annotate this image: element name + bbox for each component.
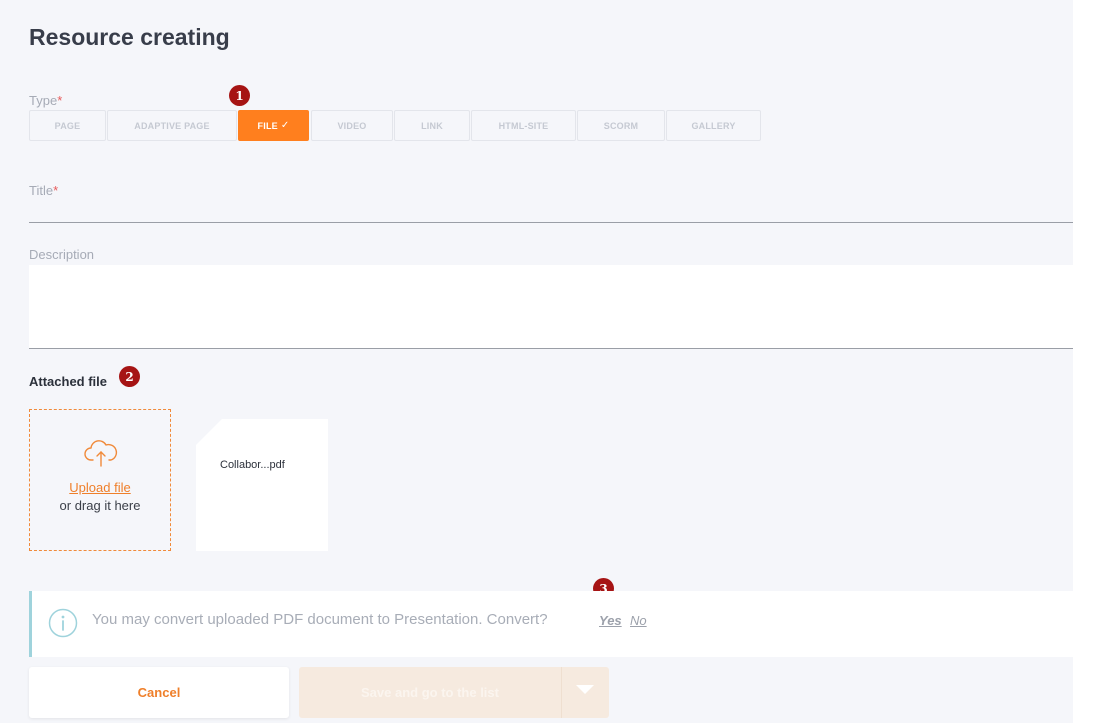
type-option-video[interactable]: VIDEO (311, 110, 393, 141)
save-and-go-to-list-button[interactable]: Save and go to the list (299, 667, 561, 718)
type-option-page[interactable]: PAGE (29, 110, 106, 141)
resource-form-panel: Resource creating Type* PAGE ADAPTIVE PA… (0, 0, 1073, 723)
file-name: Collabor...pdf (220, 459, 285, 471)
type-option-adaptive-page[interactable]: ADAPTIVE PAGE (107, 110, 237, 141)
type-option-label: PAGE (54, 120, 81, 131)
type-option-link[interactable]: LINK (394, 110, 470, 141)
type-label-text: Type (29, 93, 58, 108)
title-input[interactable] (29, 200, 1073, 223)
cancel-button[interactable]: Cancel (29, 667, 289, 718)
type-label: Type* (29, 93, 62, 108)
description-label: Description (29, 247, 95, 262)
description-textarea[interactable] (29, 265, 1073, 349)
info-circle-icon (48, 608, 78, 638)
page-title: Resource creating (29, 24, 230, 50)
type-option-label: HTML-SITE (498, 120, 549, 131)
type-option-label: GALLERY (691, 120, 736, 131)
type-option-html-site[interactable]: HTML-SITE (471, 110, 576, 141)
type-option-label: SCORM (603, 120, 639, 131)
type-required-mark: * (57, 93, 63, 108)
convert-no-link[interactable]: No (630, 613, 647, 628)
type-option-label: ADAPTIVE PAGE (134, 120, 210, 131)
type-option-file[interactable]: FILE ✓ (238, 110, 309, 141)
attached-file-label: Attached file (29, 374, 108, 389)
step-badge-2: 2 (119, 366, 140, 387)
type-option-label: LINK (421, 120, 443, 131)
title-required-mark: * (53, 183, 59, 198)
cloud-upload-icon (84, 440, 118, 467)
save-options-dropdown[interactable] (561, 667, 609, 718)
title-label: Title* (29, 183, 58, 198)
type-option-gallery[interactable]: GALLERY (666, 110, 761, 141)
caret-down-icon (576, 685, 594, 694)
type-option-label: VIDEO (337, 120, 367, 131)
upload-file-link[interactable]: Upload file (30, 480, 170, 495)
check-icon: ✓ (280, 120, 290, 131)
upload-dropzone[interactable]: Upload file or drag it here (29, 409, 171, 551)
attached-file-card[interactable]: Collabor...pdf (196, 419, 328, 551)
type-option-label: FILE (257, 120, 278, 131)
title-label-text: Title (29, 183, 54, 198)
notice-text: You may convert uploaded PDF document to… (92, 611, 548, 628)
step-badge-1: 1 (229, 85, 250, 106)
type-option-scorm[interactable]: SCORM (577, 110, 665, 141)
save-button-group: Save and go to the list (299, 667, 609, 718)
convert-yes-link[interactable]: Yes (599, 613, 622, 628)
upload-hint: or drag it here (59, 498, 141, 513)
convert-notice: You may convert uploaded PDF document to… (29, 591, 1073, 657)
